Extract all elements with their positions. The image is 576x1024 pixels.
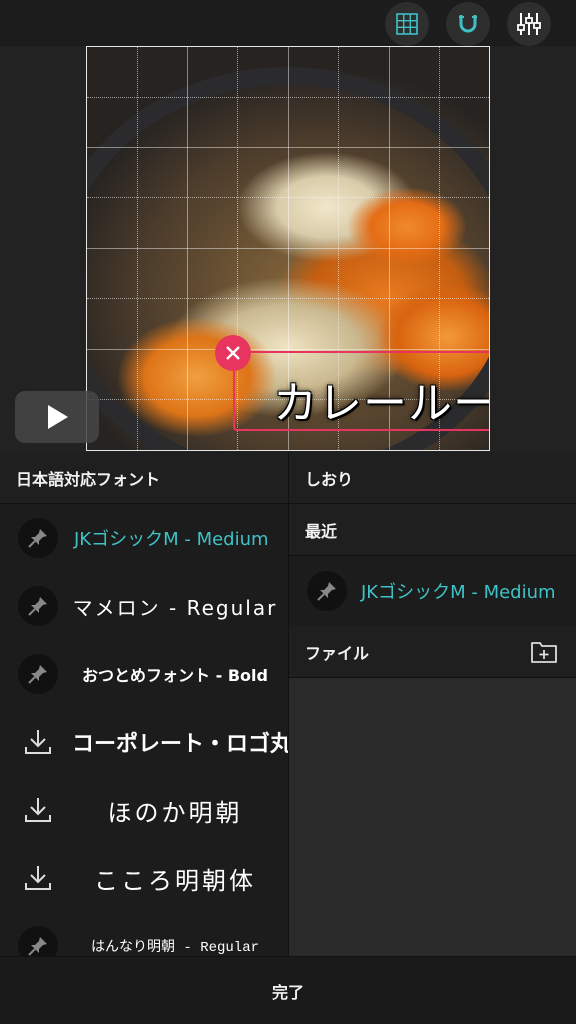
download-icon [18, 858, 58, 898]
font-item[interactable]: コーポレート・ロゴ丸 [0, 708, 293, 776]
grid-line [87, 248, 489, 249]
done-button[interactable]: 完了 [272, 979, 304, 1003]
font-item[interactable]: JKゴシックM - Medium [0, 504, 288, 572]
grid-line [87, 147, 489, 148]
download-icon [18, 790, 58, 830]
pin-icon [18, 586, 58, 626]
grid-icon [396, 13, 418, 35]
delete-text-button[interactable] [215, 335, 251, 371]
grid-subline [87, 298, 489, 299]
pin-icon [18, 654, 58, 694]
photo-canvas[interactable]: カレールー [86, 46, 490, 451]
grid-subline [137, 47, 138, 450]
grid-line [87, 349, 489, 350]
font-name: JKゴシックM - Medium [74, 529, 269, 550]
grid-subline [87, 197, 489, 198]
font-item[interactable]: ほのか明朝 [0, 776, 288, 844]
files-header: ファイル [289, 626, 576, 678]
snap-magnet-button[interactable] [446, 2, 490, 46]
play-icon [48, 405, 68, 429]
play-button[interactable] [15, 391, 99, 443]
grid-toggle-button[interactable] [385, 2, 429, 46]
font-item[interactable]: おつとめフォント - Bold [0, 640, 288, 708]
bookmarks-header[interactable]: しおり [289, 452, 576, 504]
font-name: おつとめフォント - Bold [82, 666, 268, 685]
font-name: こころ明朝体 [94, 866, 256, 895]
font-name: コーポレート・ロゴ丸 [72, 732, 293, 757]
recent-font-item[interactable]: JKゴシックM - Medium [289, 556, 576, 626]
bookmarks-panel: しおり 最近 JKゴシックM - Medium ファイル [289, 452, 576, 956]
recent-header: 最近 [289, 504, 576, 556]
magnet-icon [459, 15, 477, 33]
sliders-icon [517, 13, 541, 35]
font-list-panel: 日本語対応フォント JKゴシックM - Medium マメロン - Regula… [0, 452, 293, 966]
pin-icon [18, 518, 58, 558]
font-item[interactable]: マメロン - Regular [0, 572, 288, 640]
files-label: ファイル [305, 643, 370, 663]
font-item[interactable]: こころ明朝体 [0, 844, 288, 912]
recent-font-name: JKゴシックM - Medium [361, 582, 556, 603]
text-overlay[interactable]: カレールー [273, 367, 489, 431]
close-icon [226, 346, 240, 360]
font-name: ほのか明朝 [107, 798, 243, 827]
adjust-settings-button[interactable] [507, 2, 551, 46]
download-icon [18, 722, 58, 762]
grid-subline [87, 97, 489, 98]
pin-icon [307, 571, 347, 611]
font-name: はんなり明朝 - Regular [90, 940, 259, 956]
top-toolbar [0, 0, 576, 46]
add-folder-icon[interactable] [530, 638, 558, 664]
bottom-bar: 完了 [0, 956, 576, 1024]
section-title-japanese-fonts: 日本語対応フォント [0, 452, 288, 504]
font-name: マメロン - Regular [72, 595, 278, 620]
